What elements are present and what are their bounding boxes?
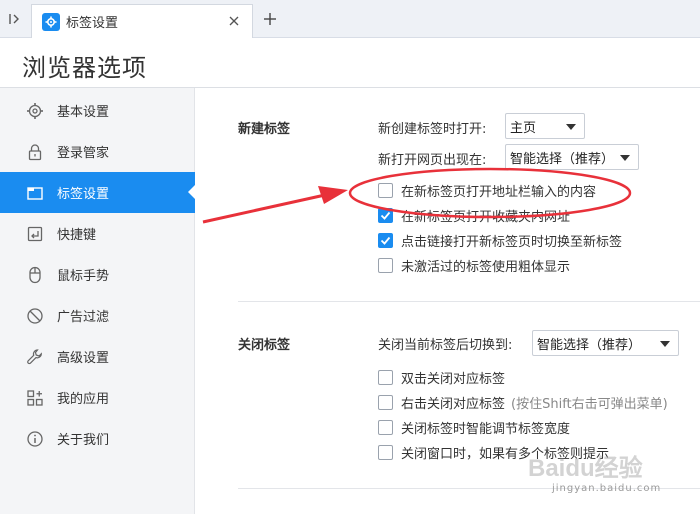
checkbox[interactable] xyxy=(378,257,393,273)
sidebar-item-basic[interactable]: 基本设置 xyxy=(0,90,195,131)
checkbox-label: 双击关闭对应标签 xyxy=(401,371,506,387)
checkbox-label: 在新标签页打开地址栏输入的内容 xyxy=(401,184,597,200)
checkbox-label: 右击关闭对应标签 xyxy=(401,396,506,412)
sidebar-item-label: 我的应用 xyxy=(57,392,110,407)
option-double-click-close[interactable]: 双击关闭对应标签 xyxy=(378,368,506,387)
block-icon xyxy=(26,307,44,325)
checkbox[interactable] xyxy=(378,369,393,385)
sidebar-toggle-button[interactable] xyxy=(0,0,30,38)
annotation-arrow-line xyxy=(202,193,326,224)
sidebar-item-tabs[interactable]: 标签设置 xyxy=(0,172,196,213)
checkbox-hint: (按住Shift右击可弹出菜单) xyxy=(511,396,668,412)
checkbox[interactable] xyxy=(378,232,393,248)
select-value: 智能选择（推荐） xyxy=(537,337,642,353)
annotation-arrow-head xyxy=(318,186,348,204)
section-divider xyxy=(238,301,700,302)
sidebar-item-adblock[interactable]: 广告过滤 xyxy=(0,295,195,336)
open-on-new-tab-label: 新创建标签时打开: xyxy=(378,122,487,137)
tab-settings[interactable]: 标签设置 xyxy=(31,4,253,38)
section-title-new-tab: 新建标签 xyxy=(238,122,291,137)
active-indicator xyxy=(188,184,196,200)
tab-bar: 标签设置 xyxy=(0,0,700,38)
keyboard-icon xyxy=(26,225,44,243)
check-icon xyxy=(380,236,391,245)
sidebar-item-login[interactable]: 登录管家 xyxy=(0,131,195,172)
close-icon[interactable] xyxy=(226,13,242,29)
sidebar-toggle-icon xyxy=(9,14,19,24)
sidebar-item-shortcuts[interactable]: 快捷键 xyxy=(0,213,195,254)
new-tab-button[interactable] xyxy=(260,9,280,29)
option-open-addressbar-new-tab[interactable]: 在新标签页打开地址栏输入的内容 xyxy=(378,181,597,200)
checkbox-label: 在新标签页打开收藏夹内网址 xyxy=(401,209,571,225)
info-icon xyxy=(26,430,44,448)
check-icon xyxy=(380,211,391,220)
select-value: 智能选择（推荐） xyxy=(510,151,615,167)
mouse-icon xyxy=(26,266,44,284)
plus-icon xyxy=(264,13,276,25)
sidebar-item-label: 广告过滤 xyxy=(57,310,110,325)
sidebar-item-label: 快捷键 xyxy=(57,228,97,243)
new-tab-open-select[interactable]: 主页 xyxy=(505,113,585,139)
sidebar-item-label: 登录管家 xyxy=(57,146,110,161)
watermark-url: jingyan.baidu.com xyxy=(552,483,662,494)
switch-after-close-select[interactable]: 智能选择（推荐） xyxy=(532,330,679,356)
checkbox-label: 关闭标签时智能调节标签宽度 xyxy=(401,421,571,437)
checkbox[interactable] xyxy=(378,207,393,223)
settings-tab-icon xyxy=(42,12,60,31)
checkbox[interactable] xyxy=(378,419,393,435)
option-switch-to-new-tab[interactable]: 点击链接打开新标签页时切换至新标签 xyxy=(378,231,623,250)
chevron-down-icon xyxy=(620,155,630,161)
chevron-down-icon xyxy=(566,124,576,130)
new-page-position-label: 新打开网页出现在: xyxy=(378,153,487,168)
switch-after-close-label: 关闭当前标签后切换到: xyxy=(378,338,513,353)
sidebar-item-apps[interactable]: 我的应用 xyxy=(0,377,195,418)
option-right-click-close[interactable]: 右击关闭对应标签 (按住Shift右击可弹出菜单) xyxy=(378,393,668,412)
wrench-icon xyxy=(26,348,44,366)
new-page-position-select[interactable]: 智能选择（推荐） xyxy=(505,144,639,170)
gear-icon xyxy=(26,102,44,120)
sidebar-item-label: 关于我们 xyxy=(57,433,110,448)
sidebar: 基本设置 登录管家 标签设置 快捷键 鼠标手势 广告过滤 高级设置 我的应用 关… xyxy=(0,88,196,514)
checkbox[interactable] xyxy=(378,444,393,460)
select-value: 主页 xyxy=(510,120,537,136)
lock-icon xyxy=(26,143,44,161)
sidebar-item-label: 高级设置 xyxy=(57,351,110,366)
sidebar-item-label: 标签设置 xyxy=(57,187,110,202)
sidebar-item-about[interactable]: 关于我们 xyxy=(0,418,195,459)
sidebar-item-label: 基本设置 xyxy=(57,105,110,120)
apps-icon xyxy=(26,389,44,407)
checkbox-label: 未激活过的标签使用粗体显示 xyxy=(401,259,571,275)
sidebar-item-mouse-gesture[interactable]: 鼠标手势 xyxy=(0,254,195,295)
option-bold-unactivated-tabs[interactable]: 未激活过的标签使用粗体显示 xyxy=(378,256,571,275)
checkbox[interactable] xyxy=(378,182,393,198)
option-open-favorites-new-tab[interactable]: 在新标签页打开收藏夹内网址 xyxy=(378,206,571,225)
sidebar-item-advanced[interactable]: 高级设置 xyxy=(0,336,195,377)
page-title: 浏览器选项 xyxy=(22,54,147,82)
option-smart-tab-width[interactable]: 关闭标签时智能调节标签宽度 xyxy=(378,418,571,437)
svg-text:Baidu经验: Baidu经验 xyxy=(528,454,643,482)
checkbox-label: 点击链接打开新标签页时切换至新标签 xyxy=(401,234,623,250)
chevron-down-icon xyxy=(660,341,670,347)
tab-title: 标签设置 xyxy=(66,16,119,31)
section-title-close-tab: 关闭标签 xyxy=(238,338,291,353)
checkbox[interactable] xyxy=(378,394,393,410)
tab-icon xyxy=(26,184,44,202)
sidebar-item-label: 鼠标手势 xyxy=(57,269,110,284)
